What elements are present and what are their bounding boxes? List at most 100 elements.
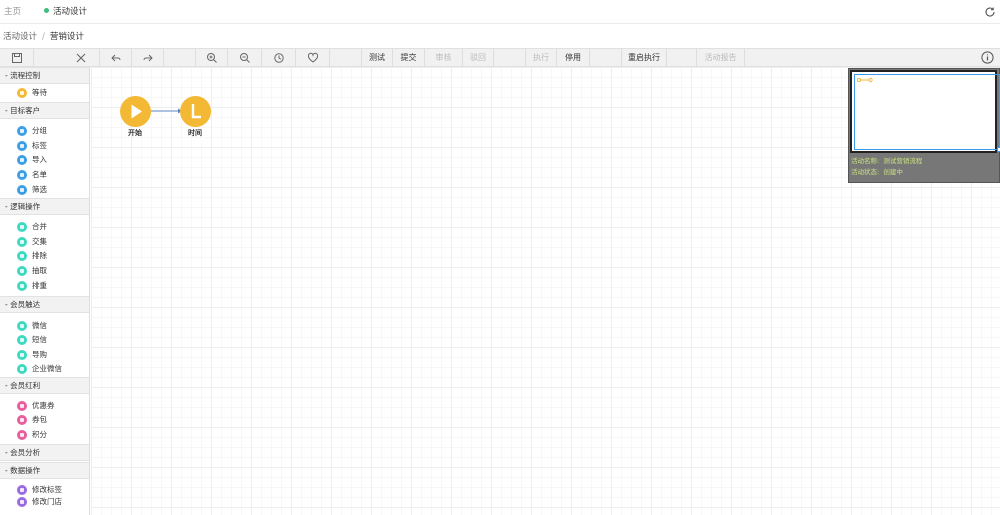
sidebar-item-label: 优惠券 <box>32 401 55 410</box>
review-button[interactable]: 审核 <box>425 49 463 67</box>
disable-button[interactable]: 停用 <box>557 49 590 67</box>
sidebar-item-label: 积分 <box>32 430 47 439</box>
wechat-icon <box>17 320 27 331</box>
sidebar-item-intersect[interactable]: 交集 <box>17 235 47 248</box>
tab-active-label: 活动设计 <box>53 7 88 17</box>
sidebar-item-sms[interactable]: 短信 <box>17 333 47 346</box>
minimap-info: 活动名称: 测试营销流程 活动状态: 创建中 <box>851 156 922 178</box>
minimap[interactable]: 活动名称: 测试营销流程 活动状态: 创建中 <box>848 68 1000 183</box>
close-icon <box>76 53 86 63</box>
close-button[interactable] <box>34 49 100 67</box>
favorite-button[interactable] <box>296 49 330 67</box>
section-member-analysis[interactable]: - 会员分析 <box>0 444 89 461</box>
sidebar-item-wait[interactable]: 等待 <box>17 86 47 99</box>
toolbar-spacer <box>164 49 196 67</box>
time-node-label: 时间 <box>188 129 202 137</box>
sidebar-item-label: 微信 <box>32 321 47 330</box>
test-button[interactable]: 测试 <box>362 49 393 67</box>
exclude-icon <box>17 250 27 261</box>
sidebar-item-list[interactable]: 名单 <box>17 168 47 181</box>
section-flow-control[interactable]: - 流程控制 <box>0 67 89 84</box>
sidebar-item-label: 券包 <box>32 415 47 424</box>
section-data-ops[interactable]: - 数据操作 <box>0 462 89 479</box>
activity-name-value: 测试营销流程 <box>883 157 923 165</box>
coupon-pack-icon <box>17 414 27 425</box>
activity-status-value: 创建中 <box>883 168 903 176</box>
intersect-icon <box>17 236 27 247</box>
extract-icon <box>17 265 27 276</box>
history-button[interactable] <box>262 49 296 67</box>
sidebar-item-points[interactable]: 积分 <box>17 428 47 441</box>
section-member-reach[interactable]: - 会员触达 <box>0 296 89 313</box>
sidebar-item-coupon[interactable]: 优惠券 <box>17 399 55 412</box>
toolbar-spacer-3 <box>494 49 526 67</box>
zoom-out-button[interactable] <box>228 49 262 67</box>
sidebar-item-label: 合并 <box>32 222 47 231</box>
save-button[interactable] <box>0 49 34 67</box>
restart-button[interactable]: 重启执行 <box>622 49 667 67</box>
redo-button[interactable] <box>132 49 164 67</box>
activity-status-label: 活动状态: <box>851 168 880 176</box>
sidebar-item-merge[interactable]: 合并 <box>17 220 47 233</box>
sidebar-item-label: 分组 <box>32 126 47 135</box>
submit-button[interactable]: 提交 <box>393 49 425 67</box>
sidebar-item-label: 修改门店 <box>32 497 62 506</box>
section-logic-ops[interactable]: - 逻辑操作 <box>0 198 89 215</box>
toolbar-spacer-2 <box>330 49 362 67</box>
sidebar-item-label: 导入 <box>32 155 47 164</box>
sidebar-item-label: 名单 <box>32 170 47 179</box>
undo-button[interactable] <box>100 49 132 67</box>
refresh-icon[interactable] <box>984 6 996 18</box>
history-icon <box>273 53 284 63</box>
activity-name-label: 活动名称: <box>851 157 880 165</box>
sidebar-item-edit-store[interactable]: 修改门店 <box>17 495 62 508</box>
sms-icon <box>17 334 27 345</box>
sidebar-item-coupon-pack[interactable]: 券包 <box>17 413 47 426</box>
redo-icon <box>143 54 153 62</box>
import-icon <box>17 154 27 165</box>
breadcrumb: 活动设计 / 营销设计 <box>0 24 1000 48</box>
tag-icon <box>17 140 27 151</box>
tab-bar: 主页 活动设计 <box>0 0 1000 24</box>
minimap-viewport[interactable] <box>850 70 1000 153</box>
sidebar-item-label: 企业微信 <box>32 364 62 373</box>
sidebar-item-label: 抽取 <box>32 266 47 275</box>
sidebar-item-group[interactable]: 分组 <box>17 124 47 137</box>
filter-icon <box>17 184 27 195</box>
breadcrumb-current: 营销设计 <box>49 32 84 42</box>
zoom-in-button[interactable] <box>196 49 228 67</box>
execute-button[interactable]: 执行 <box>526 49 557 67</box>
sidebar-item-wecom[interactable]: 企业微信 <box>17 362 62 375</box>
sidebar-item-tag[interactable]: 标签 <box>17 139 47 152</box>
favorite-icon <box>307 52 318 63</box>
zoom-in-icon <box>206 53 217 63</box>
report-button[interactable]: 活动报告 <box>697 49 745 67</box>
section-target-customers[interactable]: - 目标客户 <box>0 102 89 119</box>
list-icon <box>17 169 27 180</box>
time-node[interactable] <box>180 96 211 127</box>
sidebar-item-label: 筛选 <box>32 185 47 194</box>
active-dot <box>44 8 49 13</box>
sidebar-item-guide[interactable]: 导购 <box>17 348 47 361</box>
sidebar-item-extract[interactable]: 抽取 <box>17 264 47 277</box>
edit-tag-icon <box>17 484 27 495</box>
section-member-bonus[interactable]: - 会员红利 <box>0 377 89 394</box>
sidebar-item-dedupe[interactable]: 排重 <box>17 279 47 292</box>
minimap-selection[interactable] <box>854 74 1000 152</box>
reject-button[interactable]: 驳回 <box>463 49 494 67</box>
sidebar-item-label: 等待 <box>32 88 47 97</box>
start-node[interactable] <box>120 96 151 127</box>
sidebar-item-filter[interactable]: 筛选 <box>17 183 47 196</box>
sidebar-item-import[interactable]: 导入 <box>17 153 47 166</box>
merge-icon <box>17 221 27 232</box>
edit-store-icon <box>17 496 27 507</box>
sidebar-item-wechat[interactable]: 微信 <box>17 319 47 332</box>
tab-home[interactable]: 主页 <box>4 0 21 24</box>
play-icon <box>131 104 142 119</box>
info-icon[interactable] <box>981 51 994 64</box>
tab-activity-design[interactable]: 活动设计 <box>44 0 87 24</box>
sidebar-item-label: 导购 <box>32 350 47 359</box>
breadcrumb-parent[interactable]: 活动设计 <box>3 32 37 42</box>
sidebar-item-label: 短信 <box>32 335 47 344</box>
sidebar-item-exclude[interactable]: 排除 <box>17 249 47 262</box>
